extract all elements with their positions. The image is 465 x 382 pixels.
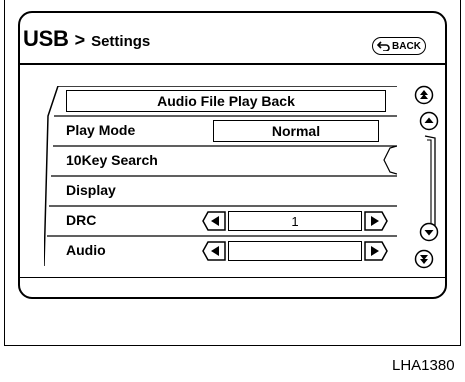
audio-value: [228, 241, 362, 261]
return-arrow-icon: [377, 41, 390, 51]
list-item-10key-search[interactable]: 10Key Search: [44, 146, 397, 176]
drc-value: 1: [228, 211, 362, 231]
play-mode-value: Normal: [213, 120, 379, 142]
double-chevron-up-icon: [414, 85, 434, 105]
back-button[interactable]: BACK: [372, 37, 426, 55]
source-label: USB: [23, 26, 69, 51]
section-heading: Audio File Play Back: [66, 90, 386, 112]
scrollbar-track[interactable]: [422, 134, 438, 230]
title-divider: [20, 63, 445, 65]
figure-code: LHA1380: [392, 357, 455, 374]
play-mode-label: Play Mode: [66, 122, 136, 138]
display-label: Display: [66, 182, 116, 198]
page-title: USB > Settings: [23, 26, 150, 52]
list-item-drc: DRC 1: [44, 206, 397, 236]
audio-increase-button[interactable]: [364, 241, 388, 261]
scroll-up-button[interactable]: [419, 111, 439, 131]
10key-search-label: 10Key Search: [66, 152, 158, 168]
audio-label: Audio: [66, 242, 106, 258]
drc-increase-button[interactable]: [364, 211, 388, 231]
scroll-down-button[interactable]: [419, 222, 439, 242]
page-up-button[interactable]: [414, 85, 434, 105]
list-item-play-mode[interactable]: Play Mode Normal: [44, 116, 397, 146]
back-button-label: BACK: [392, 40, 421, 52]
drc-decrease-button[interactable]: [202, 211, 226, 231]
breadcrumb-separator: >: [74, 30, 86, 50]
double-chevron-down-icon: [414, 249, 434, 269]
list-item-audio: Audio: [44, 236, 397, 266]
footer-divider: [20, 277, 445, 278]
drc-label: DRC: [66, 212, 97, 228]
page-down-button[interactable]: [414, 249, 434, 269]
audio-decrease-button[interactable]: [202, 241, 226, 261]
chevron-up-icon: [419, 111, 439, 131]
list-item-display[interactable]: Display: [44, 176, 397, 206]
right-arrow-icon: [364, 211, 388, 231]
left-arrow-icon: [202, 211, 226, 231]
settings-list: Audio File Play Back Play Mode Normal 10…: [44, 86, 397, 266]
chevron-down-icon: [419, 222, 439, 242]
right-arrow-icon: [364, 241, 388, 261]
screen-title: Settings: [91, 33, 151, 50]
list-item-audio-file-play-back[interactable]: Audio File Play Back: [44, 86, 397, 116]
left-arrow-icon: [202, 241, 226, 261]
